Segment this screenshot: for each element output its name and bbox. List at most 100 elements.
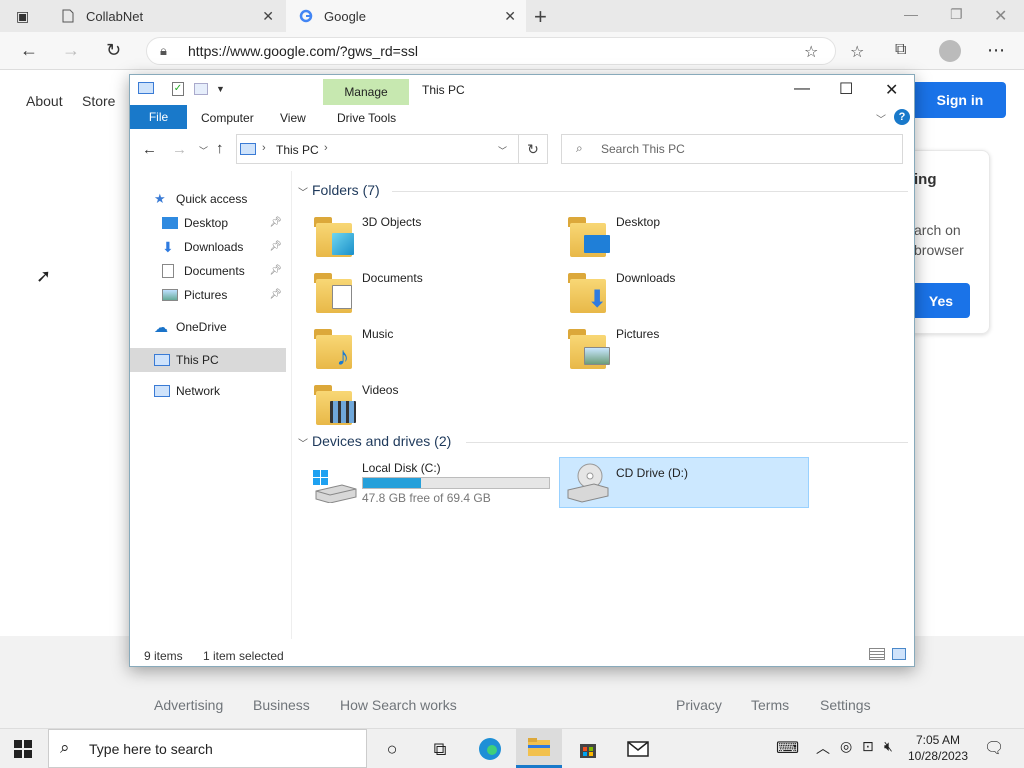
- back-icon[interactable]: ←: [142, 141, 157, 158]
- about-link[interactable]: About: [26, 93, 63, 109]
- recent-locations-icon[interactable]: ﹀: [199, 144, 208, 157]
- folder-desktop[interactable]: Desktop: [568, 213, 808, 263]
- footer-how-search-works[interactable]: How Search works: [340, 697, 457, 713]
- more-icon[interactable]: ⋯: [987, 40, 1005, 61]
- pin-icon[interactable]: 📌︎: [269, 289, 282, 300]
- network-icon[interactable]: ⊡: [862, 738, 874, 755]
- restore-icon[interactable]: ❐: [950, 6, 963, 23]
- store-icon[interactable]: [568, 736, 608, 762]
- collapse-chevron-icon[interactable]: ﹀: [298, 184, 308, 199]
- sidebar-item-documents[interactable]: Documents 📌︎: [162, 259, 286, 282]
- keyboard-icon[interactable]: ⌨: [776, 738, 799, 758]
- folder-downloads[interactable]: ⬇ Downloads: [568, 269, 808, 319]
- volume-muted-icon[interactable]: 🔇︎: [884, 738, 893, 755]
- tab-google[interactable]: Google ✕: [286, 0, 526, 32]
- close-tab-icon[interactable]: ✕: [262, 8, 274, 25]
- large-icons-view-icon[interactable]: [892, 648, 906, 660]
- sidebar-item-this-pc[interactable]: This PC: [130, 348, 286, 372]
- store-link[interactable]: Store: [82, 93, 115, 109]
- lock-icon[interactable]: 🔒︎: [160, 43, 167, 59]
- add-favorite-icon[interactable]: ☆: [804, 42, 818, 62]
- pin-icon[interactable]: 📌︎: [269, 217, 282, 228]
- footer-settings[interactable]: Settings: [820, 697, 871, 713]
- breadcrumb-chevron-icon[interactable]: ›: [324, 142, 328, 154]
- drive-tools-tab[interactable]: Drive Tools: [337, 111, 396, 125]
- properties-icon[interactable]: ✓: [172, 82, 184, 96]
- this-pc-icon: [154, 354, 170, 366]
- show-hidden-icons-icon[interactable]: ︿: [816, 738, 830, 758]
- status-selection: 1 item selected: [203, 649, 284, 663]
- quick-access-toolbar-dropdown-icon[interactable]: ▼: [216, 84, 225, 94]
- new-tab-icon[interactable]: +: [534, 4, 547, 30]
- folder-3d-objects[interactable]: 3D Objects: [314, 213, 554, 263]
- sidebar-item-quick-access[interactable]: ★ Quick access: [154, 187, 310, 210]
- tab-collabnet[interactable]: CollabNet ✕: [48, 0, 284, 32]
- folder-videos[interactable]: Videos: [314, 381, 554, 431]
- drive-d[interactable]: CD Drive (D:): [559, 457, 809, 508]
- back-icon[interactable]: ←: [20, 40, 38, 61]
- search-placeholder[interactable]: Search This PC: [601, 142, 685, 156]
- edge-icon[interactable]: [470, 736, 510, 762]
- pin-icon[interactable]: 📌︎: [269, 265, 282, 276]
- minimize-icon[interactable]: —: [904, 6, 918, 22]
- details-view-icon[interactable]: [869, 648, 885, 660]
- tab-actions-icon[interactable]: ▣: [16, 8, 29, 25]
- sign-in-button[interactable]: Sign in: [914, 82, 1006, 118]
- mail-icon[interactable]: [618, 736, 658, 762]
- folder-music[interactable]: ♪ Music: [314, 325, 554, 375]
- minimize-icon[interactable]: —: [794, 80, 810, 98]
- help-icon[interactable]: ?: [894, 109, 910, 125]
- forward-icon[interactable]: →: [62, 40, 80, 61]
- new-folder-icon[interactable]: [194, 83, 208, 95]
- drive-c[interactable]: Local Disk (C:) 47.8 GB free of 69.4 GB: [308, 461, 552, 511]
- close-icon[interactable]: ✕: [885, 80, 898, 100]
- folder-downloads-icon: ⬇: [568, 269, 612, 315]
- footer-terms[interactable]: Terms: [751, 697, 789, 713]
- promo-yes-button[interactable]: Yes: [912, 283, 970, 318]
- file-tab[interactable]: File: [130, 105, 187, 129]
- maximize-icon[interactable]: ☐: [839, 79, 853, 99]
- manage-tab[interactable]: Manage: [323, 79, 409, 105]
- address-dropdown-icon[interactable]: ﹀: [498, 144, 507, 157]
- cortana-icon[interactable]: ○: [372, 736, 412, 762]
- collapse-chevron-icon[interactable]: ﹀: [298, 435, 308, 450]
- notifications-icon[interactable]: 🗨︎: [984, 738, 1004, 758]
- up-icon[interactable]: ↑: [216, 140, 224, 157]
- footer-advertising[interactable]: Advertising: [154, 697, 223, 713]
- computer-tab[interactable]: Computer: [201, 111, 254, 125]
- close-tab-icon[interactable]: ✕: [504, 8, 516, 25]
- refresh-icon[interactable]: ↻: [106, 40, 121, 61]
- sidebar-item-desktop[interactable]: Desktop 📌︎: [162, 211, 286, 234]
- sidebar-item-pictures[interactable]: Pictures 📌︎: [162, 283, 286, 306]
- favorites-icon[interactable]: ☆: [850, 42, 864, 62]
- forward-icon[interactable]: →: [172, 141, 187, 158]
- status-bar: 9 items 1 item selected: [130, 645, 914, 667]
- folder-label: Pictures: [616, 327, 660, 341]
- folder-documents[interactable]: Documents: [314, 269, 554, 319]
- folder-pictures[interactable]: Pictures: [568, 325, 808, 375]
- footer-privacy[interactable]: Privacy: [676, 697, 722, 713]
- clock[interactable]: 7:05 AM 10/28/2023: [906, 732, 970, 764]
- pin-icon[interactable]: 📌︎: [269, 241, 282, 252]
- page-icon: [60, 8, 76, 24]
- taskbar-search-input[interactable]: Type here to search: [48, 729, 367, 768]
- camera-icon[interactable]: ◎: [840, 738, 852, 755]
- profile-avatar[interactable]: [939, 40, 961, 62]
- collections-icon[interactable]: ⧉: [895, 41, 906, 59]
- file-explorer-taskbar-icon[interactable]: [516, 729, 562, 768]
- sidebar-item-onedrive[interactable]: ☁ OneDrive: [154, 315, 310, 338]
- breadcrumb-this-pc[interactable]: This PC: [276, 143, 319, 157]
- close-window-icon[interactable]: ✕: [994, 6, 1007, 26]
- url-text[interactable]: https://www.google.com/?gws_rd=ssl: [188, 43, 418, 59]
- folders-header[interactable]: Folders (7): [312, 182, 380, 198]
- start-icon[interactable]: [14, 740, 32, 763]
- footer-business[interactable]: Business: [253, 697, 310, 713]
- task-view-icon[interactable]: ⧉: [420, 736, 460, 762]
- devices-header[interactable]: Devices and drives (2): [312, 433, 451, 449]
- refresh-icon[interactable]: ↻: [518, 134, 548, 164]
- view-tab[interactable]: View: [280, 111, 306, 125]
- breadcrumb-chevron-icon[interactable]: ›: [262, 142, 266, 154]
- expand-ribbon-icon[interactable]: ﹀: [876, 111, 886, 126]
- sidebar-item-downloads[interactable]: ⬇ Downloads 📌︎: [162, 235, 286, 258]
- sidebar-item-network[interactable]: Network: [154, 379, 310, 402]
